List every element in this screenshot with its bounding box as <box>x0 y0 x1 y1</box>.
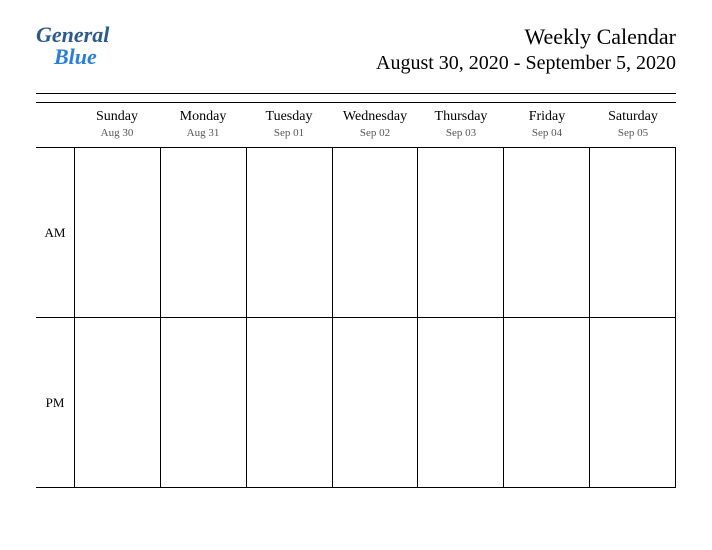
day-date: Sep 04 <box>504 127 590 139</box>
header-row: General Blue Weekly Calendar August 30, … <box>36 24 676 75</box>
cell-pm-tue <box>247 318 333 488</box>
cell-pm-sat <box>590 318 676 488</box>
day-header: Friday Sep 04 <box>504 103 590 147</box>
cell-am-sat <box>590 148 676 318</box>
day-date: Sep 03 <box>418 127 504 139</box>
day-header: Saturday Sep 05 <box>590 103 676 147</box>
row-labels: AM PM <box>36 147 74 488</box>
day-name: Monday <box>160 109 246 125</box>
day-header: Monday Aug 31 <box>160 103 246 147</box>
day-header: Wednesday Sep 02 <box>332 103 418 147</box>
cell-pm-mon <box>161 318 247 488</box>
row-label-pm: PM <box>36 318 74 487</box>
grid-cells <box>74 147 676 488</box>
day-name: Friday <box>504 109 590 125</box>
logo: General Blue <box>36 24 109 68</box>
day-name: Wednesday <box>332 109 418 125</box>
cell-am-sun <box>75 148 161 318</box>
cell-am-thu <box>418 148 504 318</box>
cell-pm-fri <box>504 318 590 488</box>
row-label-am: AM <box>36 148 74 318</box>
day-header: Sunday Aug 30 <box>74 103 160 147</box>
row-label-spacer <box>36 103 74 147</box>
logo-general: General <box>36 24 109 46</box>
day-date: Sep 01 <box>246 127 332 139</box>
cell-pm-wed <box>333 318 419 488</box>
day-date: Aug 30 <box>74 127 160 139</box>
cell-am-fri <box>504 148 590 318</box>
date-range: August 30, 2020 - September 5, 2020 <box>376 52 676 75</box>
cell-pm-sun <box>75 318 161 488</box>
day-date: Sep 05 <box>590 127 676 139</box>
grid-body: AM PM <box>36 147 676 488</box>
day-name: Thursday <box>418 109 504 125</box>
day-date: Sep 02 <box>332 127 418 139</box>
day-name: Saturday <box>590 109 676 125</box>
cell-am-tue <box>247 148 333 318</box>
page-title: Weekly Calendar <box>376 24 676 50</box>
days-header: Sunday Aug 30 Monday Aug 31 Tuesday Sep … <box>36 103 676 147</box>
title-block: Weekly Calendar August 30, 2020 - Septem… <box>376 24 676 75</box>
day-header: Tuesday Sep 01 <box>246 103 332 147</box>
day-name: Sunday <box>74 109 160 125</box>
day-name: Tuesday <box>246 109 332 125</box>
cell-pm-thu <box>418 318 504 488</box>
calendar: Sunday Aug 30 Monday Aug 31 Tuesday Sep … <box>36 102 676 488</box>
day-header: Thursday Sep 03 <box>418 103 504 147</box>
header-divider <box>36 93 676 94</box>
cell-am-wed <box>333 148 419 318</box>
logo-blue: Blue <box>54 46 109 68</box>
cell-am-mon <box>161 148 247 318</box>
day-date: Aug 31 <box>160 127 246 139</box>
